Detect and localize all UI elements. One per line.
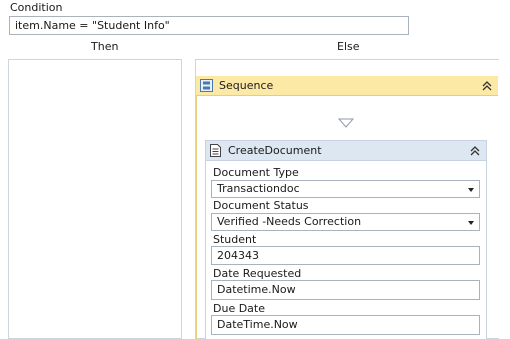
document-status-label: Document Status <box>213 199 309 212</box>
document-icon <box>210 144 221 157</box>
document-type-dropdown[interactable]: Transactiondoc <box>211 180 480 198</box>
document-status-value: Verified -Needs Correction <box>217 215 362 228</box>
condition-label: Condition <box>10 1 63 14</box>
student-label: Student <box>213 233 257 246</box>
date-requested-label: Date Requested <box>213 267 302 280</box>
due-date-label: Due Date <box>213 302 265 315</box>
create-document-title: CreateDocument <box>228 144 322 157</box>
sequence-header[interactable]: Sequence <box>196 76 498 96</box>
document-type-value: Transactiondoc <box>217 182 300 195</box>
create-document-header[interactable]: CreateDocument <box>206 141 486 161</box>
collapse-activity-icon[interactable] <box>470 146 480 156</box>
else-label: Else <box>337 40 360 53</box>
sequence-title: Sequence <box>219 79 274 92</box>
document-type-label: Document Type <box>213 166 299 179</box>
document-status-dropdown[interactable]: Verified -Needs Correction <box>211 213 480 231</box>
student-field[interactable]: 204343 <box>211 246 480 265</box>
due-date-field[interactable]: DateTime.Now <box>211 315 480 335</box>
collapse-sequence-icon[interactable] <box>482 81 492 91</box>
drop-arrow-icon[interactable] <box>337 118 355 128</box>
chevron-down-icon <box>468 221 474 225</box>
chevron-down-icon <box>468 188 474 192</box>
then-label: Then <box>91 40 119 53</box>
sequence-border <box>196 96 197 339</box>
condition-expression-field[interactable]: item.Name = "Student Info" <box>9 16 409 35</box>
sequence-icon <box>200 79 213 92</box>
then-branch-area[interactable] <box>8 59 182 339</box>
date-requested-field[interactable]: Datetime.Now <box>211 280 480 300</box>
